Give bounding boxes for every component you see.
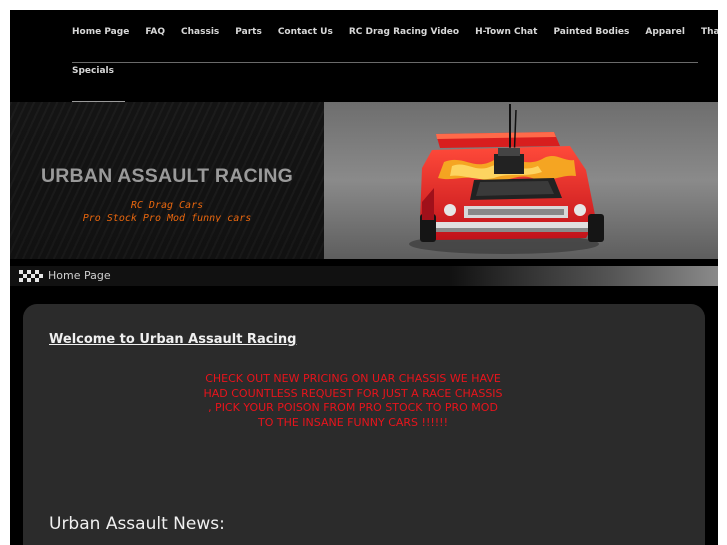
site-header: URBAN ASSAULT RACING RC Drag Cars Pro St… — [10, 102, 718, 259]
nav-item-rc-drag-racing-video[interactable]: RC Drag Racing Video — [349, 27, 459, 37]
main-nav: Home Page FAQ Chassis Parts Contact Us R… — [10, 10, 718, 102]
nav-item-specials[interactable]: Specials — [72, 66, 114, 76]
checkered-flag-icon — [19, 270, 43, 282]
nav-item-apparel[interactable]: Apparel — [645, 27, 685, 37]
header-car-photo — [324, 102, 718, 259]
nav-item-painted-bodies[interactable]: Painted Bodies — [553, 27, 629, 37]
news-heading: Urban Assault News: — [49, 514, 225, 534]
nav-item-h-town-chat[interactable]: H-Town Chat — [475, 27, 537, 37]
nav-item-thank-you[interactable]: Thank You — [701, 27, 718, 37]
nav-item-home-page[interactable]: Home Page — [72, 27, 129, 37]
nav-divider — [72, 62, 698, 63]
nav-item-parts[interactable]: Parts — [235, 27, 262, 37]
nav-row-2: Specials — [72, 66, 130, 76]
nav-item-faq[interactable]: FAQ — [145, 27, 165, 37]
welcome-heading: Welcome to Urban Assault Racing — [49, 332, 297, 347]
content-panel: Welcome to Urban Assault Racing CHECK OU… — [23, 304, 705, 545]
tagline-line-1: RC Drag Cars — [130, 200, 204, 211]
breadcrumb-current-page: Home Page — [48, 269, 111, 282]
breadcrumb: Home Page — [10, 266, 718, 286]
nav-item-chassis[interactable]: Chassis — [181, 27, 219, 37]
site-container: Home Page FAQ Chassis Parts Contact Us R… — [10, 10, 718, 545]
chassis-promo-text: CHECK OUT NEW PRICING ON UAR CHASSIS WE … — [203, 372, 503, 429]
nav-row-1: Home Page FAQ Chassis Parts Contact Us R… — [72, 27, 718, 37]
nav-item-contact-us[interactable]: Contact Us — [278, 27, 333, 37]
header-branding: URBAN ASSAULT RACING RC Drag Cars Pro St… — [10, 102, 324, 259]
tagline-line-2: Pro Stock Pro Mod funny cars — [82, 213, 252, 222]
site-title[interactable]: URBAN ASSAULT RACING — [10, 165, 324, 188]
